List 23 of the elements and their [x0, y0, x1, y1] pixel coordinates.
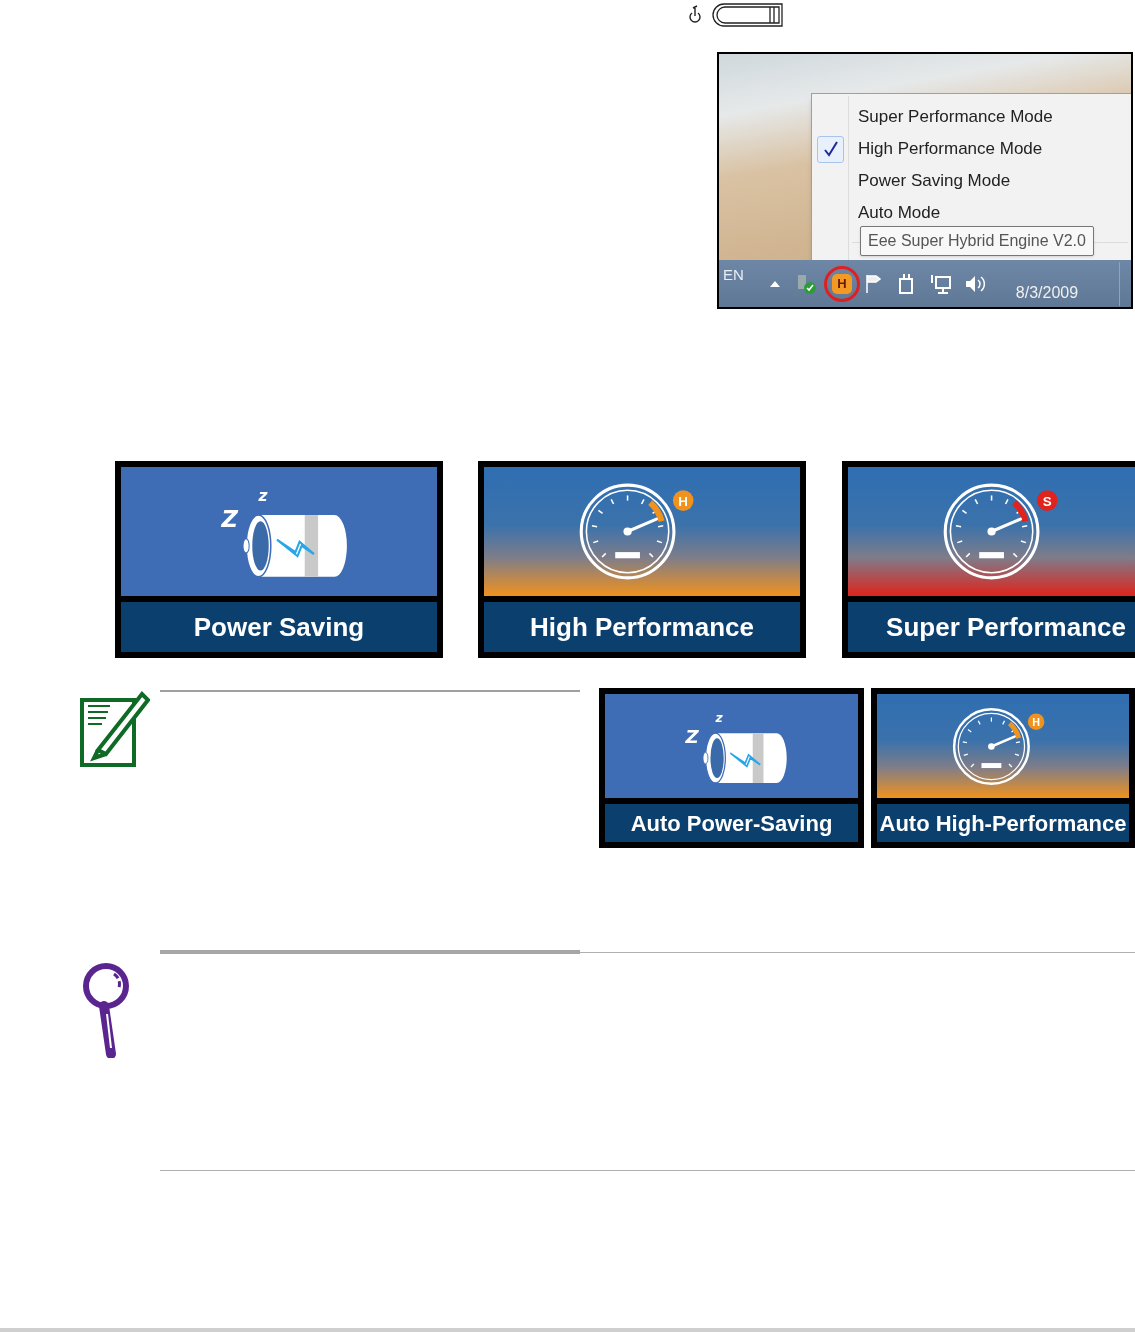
switch-icon — [712, 3, 784, 27]
speaker-icon — [963, 273, 986, 294]
sleeping-battery-drawing: Z z — [673, 704, 790, 788]
network-monitor-icon — [929, 272, 952, 295]
menu-item[interactable]: Auto Mode — [858, 200, 941, 226]
menu-item[interactable]: High Performance Mode — [858, 136, 1043, 162]
clock-date: 8/3/2009 — [1015, 282, 1079, 303]
expand-arrow-icon — [769, 280, 780, 287]
mode-label: Auto Power-Saving — [605, 804, 858, 842]
mode-label: High Performance — [484, 602, 800, 652]
tooltip: Eee Super Hybrid Engine V2.0 — [860, 226, 1094, 256]
sleeping-battery-drawing: Z z — [207, 480, 351, 583]
magnifier-icon — [82, 962, 132, 1058]
hybrid-engine-tray-icon[interactable]: H — [823, 265, 860, 302]
mode-label: Super Performance — [848, 602, 1135, 652]
mode-label: Power Saving — [121, 602, 437, 652]
power-icon — [688, 5, 702, 25]
language-indicator: EN — [723, 265, 744, 286]
checkmark-icon — [823, 141, 838, 157]
note-icon — [80, 688, 150, 768]
menu-item[interactable]: Super Performance Mode — [858, 104, 1053, 130]
menu-item[interactable]: Power Saving Mode — [858, 168, 1011, 194]
mode-label: Auto High-Performance — [877, 804, 1129, 842]
